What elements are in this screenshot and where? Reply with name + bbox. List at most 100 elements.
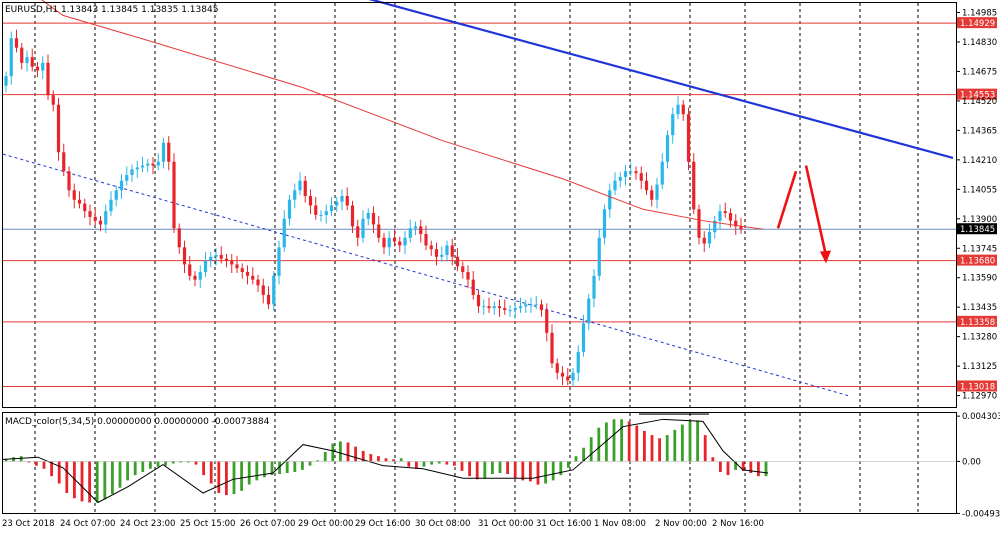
y-tick-label: 1.14365 <box>962 126 997 136</box>
macd-histogram-bar <box>574 456 578 462</box>
macd-histogram-bar <box>620 419 623 462</box>
bear-candle <box>35 66 40 71</box>
bear-candle <box>466 272 470 280</box>
bear-candle <box>639 173 643 181</box>
price-level-label: 1.13358 <box>960 318 995 328</box>
bear-candle <box>235 264 239 269</box>
bear-candle <box>188 264 192 276</box>
y-tick-label: 1.14520 <box>962 97 997 107</box>
bear-candle <box>167 142 171 162</box>
y-tick-label: 1.13745 <box>962 244 997 254</box>
bear-candle <box>88 211 92 217</box>
bear-candle <box>83 203 87 212</box>
macd-histogram-bar <box>475 461 479 480</box>
macd-histogram-bar <box>544 461 547 484</box>
x-tick-label: 23 Oct 2018 <box>2 519 55 529</box>
macd-histogram-bar <box>589 437 593 462</box>
bear-candle <box>224 258 229 261</box>
bear-candle <box>555 363 559 373</box>
bull-candle <box>581 323 586 352</box>
x-tick-label: 31 Oct 00:00 <box>478 519 533 529</box>
macd-histogram-bar <box>156 461 160 467</box>
bear-candle <box>177 228 181 248</box>
bull-candle <box>597 237 601 276</box>
y-tick-label: 1.14055 <box>962 185 997 195</box>
bear-candle <box>314 205 318 215</box>
macd-histogram-bar <box>247 461 251 485</box>
macd-histogram-bar <box>650 435 654 462</box>
macd-histogram-bar <box>301 461 304 470</box>
macd-histogram-bar <box>460 461 464 471</box>
macd-histogram-bar <box>377 456 380 462</box>
bear-candle <box>172 161 176 229</box>
bear-candle <box>303 180 307 196</box>
bear-candle <box>392 237 397 242</box>
bear-candle <box>46 62 50 96</box>
bull-candle <box>534 304 538 306</box>
bull-candle <box>25 57 29 63</box>
bear-candle <box>240 268 244 273</box>
bear-candle <box>77 199 82 204</box>
bear-candle <box>251 275 255 280</box>
bear-candle <box>56 104 61 153</box>
bull-candle <box>529 304 533 306</box>
bear-candle <box>72 190 76 200</box>
macd-y-tick-label: -0.004939 <box>962 509 1000 519</box>
price-level-label: 1.13680 <box>960 257 995 267</box>
bear-candle <box>424 233 428 246</box>
bull-candle <box>329 205 334 212</box>
bear-candle <box>476 294 481 307</box>
bull-candle <box>602 209 607 238</box>
bull-candle <box>214 254 218 257</box>
bull-candle <box>440 254 444 257</box>
bear-candle <box>377 224 381 238</box>
y-tick-label: 1.13590 <box>962 274 997 284</box>
macd-histogram-bar <box>80 461 84 502</box>
macd-histogram-bar <box>194 461 198 465</box>
bull-candle <box>671 114 675 136</box>
macd-histogram-bar <box>399 458 403 462</box>
price-level-label: 1.14929 <box>960 19 995 29</box>
macd-histogram-bar <box>323 451 327 462</box>
bear-candle <box>51 95 55 105</box>
macd-histogram-bar <box>293 461 297 472</box>
bear-candle <box>681 104 685 115</box>
macd-histogram-bar <box>369 454 373 462</box>
macd-histogram-bar <box>681 424 684 462</box>
bull-candle <box>109 199 113 212</box>
macd-histogram-bar <box>111 461 114 495</box>
bull-candle <box>125 175 129 181</box>
macd-histogram-bar <box>483 461 487 479</box>
macd-histogram-bar <box>612 419 616 462</box>
bull-candle <box>119 180 124 191</box>
chart-background <box>0 0 1000 536</box>
bull-candle <box>660 161 664 185</box>
bear-candle <box>419 226 423 234</box>
bull-candle <box>366 213 370 219</box>
bear-candle <box>429 245 433 250</box>
bear-candle <box>151 163 155 166</box>
macd-y-tick-label: 0.00 <box>962 457 981 467</box>
bull-candle <box>518 306 523 309</box>
bull-candle <box>492 306 496 309</box>
bull-candle <box>146 163 150 166</box>
macd-histogram-bar <box>149 461 152 469</box>
bear-candle <box>697 209 701 238</box>
bear-candle <box>256 279 260 286</box>
macd-histogram-bar <box>331 443 335 462</box>
macd-histogram-bar <box>164 461 167 466</box>
bull-candle <box>403 237 407 246</box>
bull-candle <box>140 165 145 168</box>
macd-histogram-bar <box>521 461 525 481</box>
bear-candle <box>702 237 706 244</box>
bear-candle <box>14 38 19 48</box>
x-tick-label: 24 Oct 23:00 <box>120 519 175 529</box>
macd-histogram-bar <box>764 461 768 477</box>
macd-histogram-bar <box>757 461 760 477</box>
macd-histogram-bar <box>65 461 69 493</box>
macd-histogram-bar <box>688 421 692 462</box>
macd-histogram-bar <box>217 461 221 493</box>
macd-histogram-bar <box>308 461 312 466</box>
bull-candle <box>665 135 670 162</box>
macd-histogram-bar <box>506 461 509 475</box>
